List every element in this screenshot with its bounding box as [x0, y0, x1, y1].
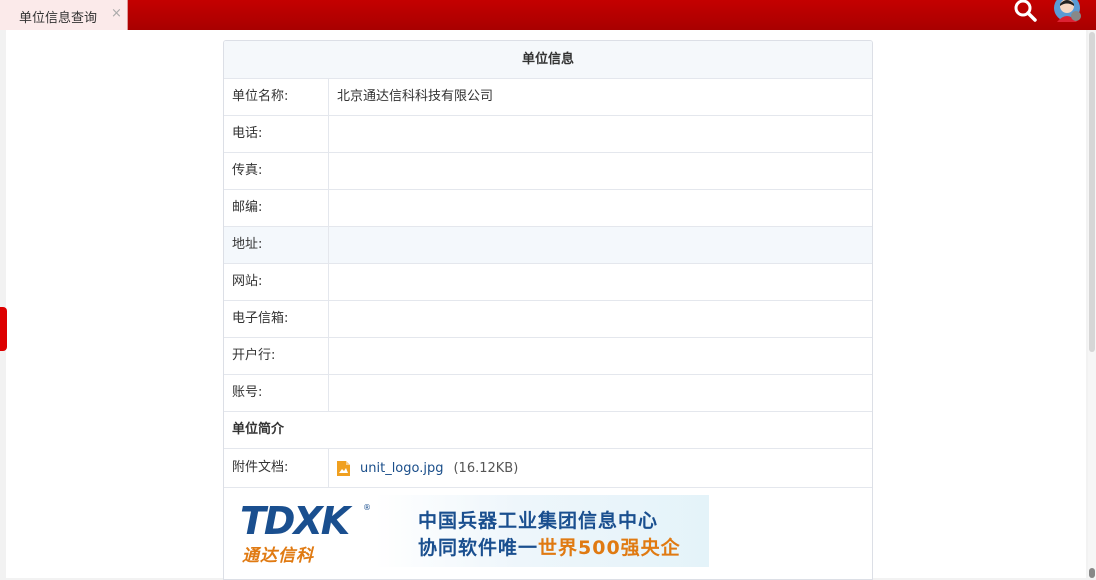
row-website: 网站:: [224, 264, 872, 301]
row-unit-name: 单位名称: 北京通达信科科技有限公司: [224, 79, 872, 116]
search-icon[interactable]: [1012, 0, 1038, 22]
row-value: [329, 227, 872, 263]
scrollbar-thumb[interactable]: [1089, 32, 1095, 352]
tab-unit-info-query[interactable]: 单位信息查询 ×: [0, 0, 128, 30]
image-file-icon: [337, 460, 350, 476]
row-value: [329, 375, 872, 411]
logo-registered-mark: ®: [363, 503, 371, 512]
section-unit-intro: 单位简介: [224, 412, 872, 449]
card-title: 单位信息: [224, 41, 872, 79]
row-value: [329, 116, 872, 152]
row-phone: 电话:: [224, 116, 872, 153]
logo-text: TDXK: [240, 499, 350, 543]
slogan-line-2: 协同软件唯一世界500强央企: [418, 533, 681, 560]
attachment-size: (16.12KB): [453, 460, 519, 476]
attachment-link[interactable]: unit_logo.jpg: [360, 461, 443, 476]
top-bar: [0, 0, 1096, 30]
vertical-scrollbar[interactable]: [1088, 30, 1096, 578]
row-address: 地址:: [224, 227, 872, 264]
row-postcode: 邮编:: [224, 190, 872, 227]
row-value: [329, 190, 872, 226]
attachment-value: unit_logo.jpg (16.12KB): [329, 449, 872, 487]
slogan-line-1: 中国兵器工业集团信息中心: [418, 510, 659, 532]
row-label: 网站:: [224, 264, 329, 300]
row-attachment: 附件文档: unit_logo.jpg (16.12KB): [224, 449, 872, 488]
row-label: 传真:: [224, 153, 329, 189]
avatar[interactable]: [1053, 0, 1083, 22]
tab-label: 单位信息查询: [19, 11, 98, 26]
row-label: 邮编:: [224, 190, 329, 226]
row-fax: 传真:: [224, 153, 872, 190]
row-value: [329, 301, 872, 337]
row-value: [329, 338, 872, 374]
slogan-line-2-accent: 世界500强央企: [538, 537, 681, 559]
row-label: 电话:: [224, 116, 329, 152]
row-value: 北京通达信科科技有限公司: [337, 89, 494, 104]
side-drawer-handle[interactable]: [0, 307, 7, 351]
row-label: 账号:: [224, 375, 329, 411]
unit-info-card: 单位信息 单位名称: 北京通达信科科技有限公司 电话: 传真: 邮编: 地址: …: [223, 40, 873, 580]
row-label: 地址:: [224, 227, 329, 263]
row-value: [329, 153, 872, 189]
unit-logo-image: TDXK ® 通达信科 中国兵器工业集团信息中心 协同软件唯一世界500强央企: [232, 495, 709, 567]
logo-chinese-name: 通达信科: [242, 546, 314, 566]
row-label: 开户行:: [224, 338, 329, 374]
row-value: [329, 264, 872, 300]
row-account: 账号:: [224, 375, 872, 412]
row-bank: 开户行:: [224, 338, 872, 375]
row-label: 附件文档:: [224, 449, 329, 487]
row-email: 电子信箱:: [224, 301, 872, 338]
row-label: 单位名称:: [224, 79, 329, 115]
tab-close-icon[interactable]: ×: [111, 6, 122, 21]
scrollbar-down-arrow[interactable]: [1089, 568, 1095, 578]
slogan-line-2-prefix: 协同软件唯一: [418, 537, 539, 559]
row-label: 电子信箱:: [224, 301, 329, 337]
